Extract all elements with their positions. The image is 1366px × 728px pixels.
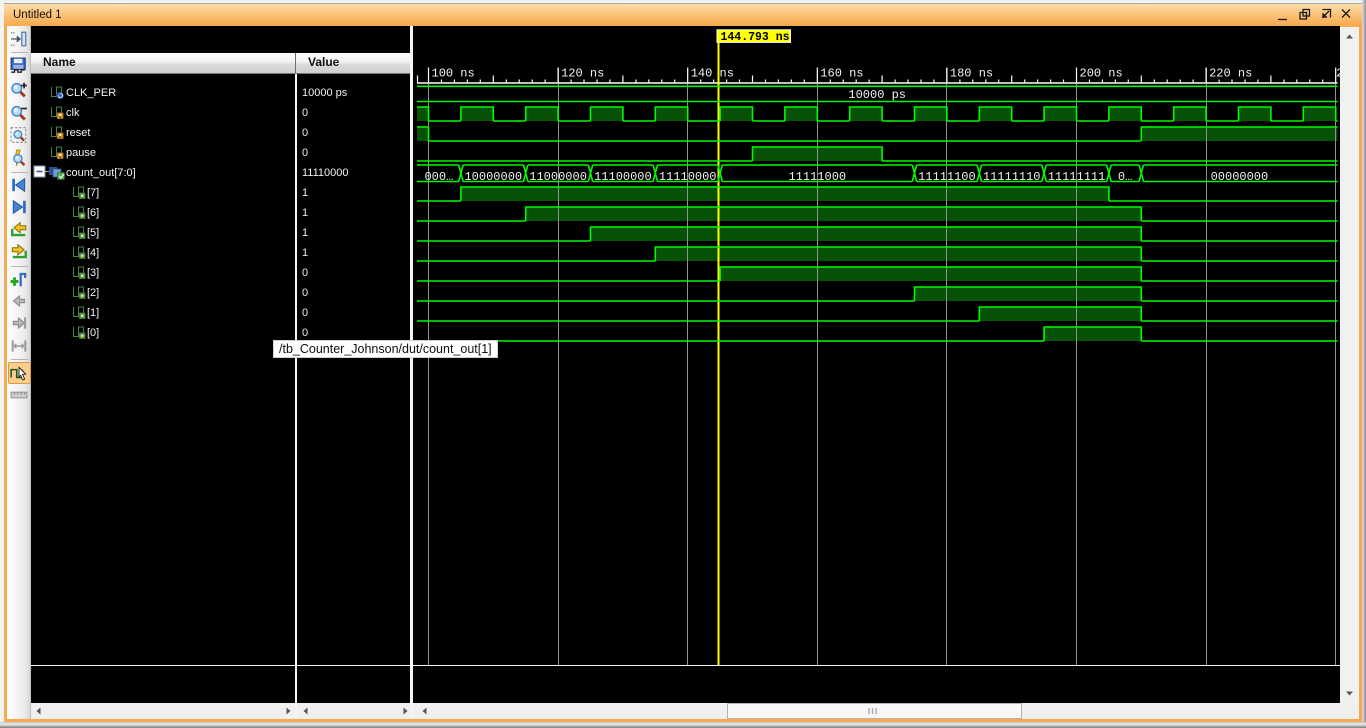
svg-text:0…: 0… — [1118, 170, 1132, 184]
svg-text:120 ns: 120 ns — [561, 67, 604, 81]
svg-text:11111100: 11111100 — [918, 170, 976, 184]
svg-text:11110000: 11110000 — [659, 170, 717, 184]
svg-text:140 ns: 140 ns — [691, 67, 734, 81]
svg-text:11111110: 11111110 — [983, 170, 1041, 184]
svg-text:11000000: 11000000 — [529, 170, 587, 184]
svg-text:200 ns: 200 ns — [1080, 67, 1123, 81]
svg-text:11100000: 11100000 — [594, 170, 652, 184]
svg-text:00000000: 00000000 — [1211, 170, 1269, 184]
svg-text:160 ns: 160 ns — [820, 67, 863, 81]
svg-text:180 ns: 180 ns — [950, 67, 993, 81]
svg-text:11111000: 11111000 — [788, 170, 846, 184]
svg-text:100 ns: 100 ns — [432, 67, 475, 81]
svg-text:220 ns: 220 ns — [1209, 67, 1252, 81]
svg-text:000…: 000… — [424, 170, 453, 184]
svg-text:11111111: 11111111 — [1048, 170, 1106, 184]
svg-text:144.793 ns: 144.793 ns — [721, 31, 790, 44]
svg-text:10000 ps: 10000 ps — [848, 88, 906, 102]
svg-text:10000000: 10000000 — [464, 170, 522, 184]
